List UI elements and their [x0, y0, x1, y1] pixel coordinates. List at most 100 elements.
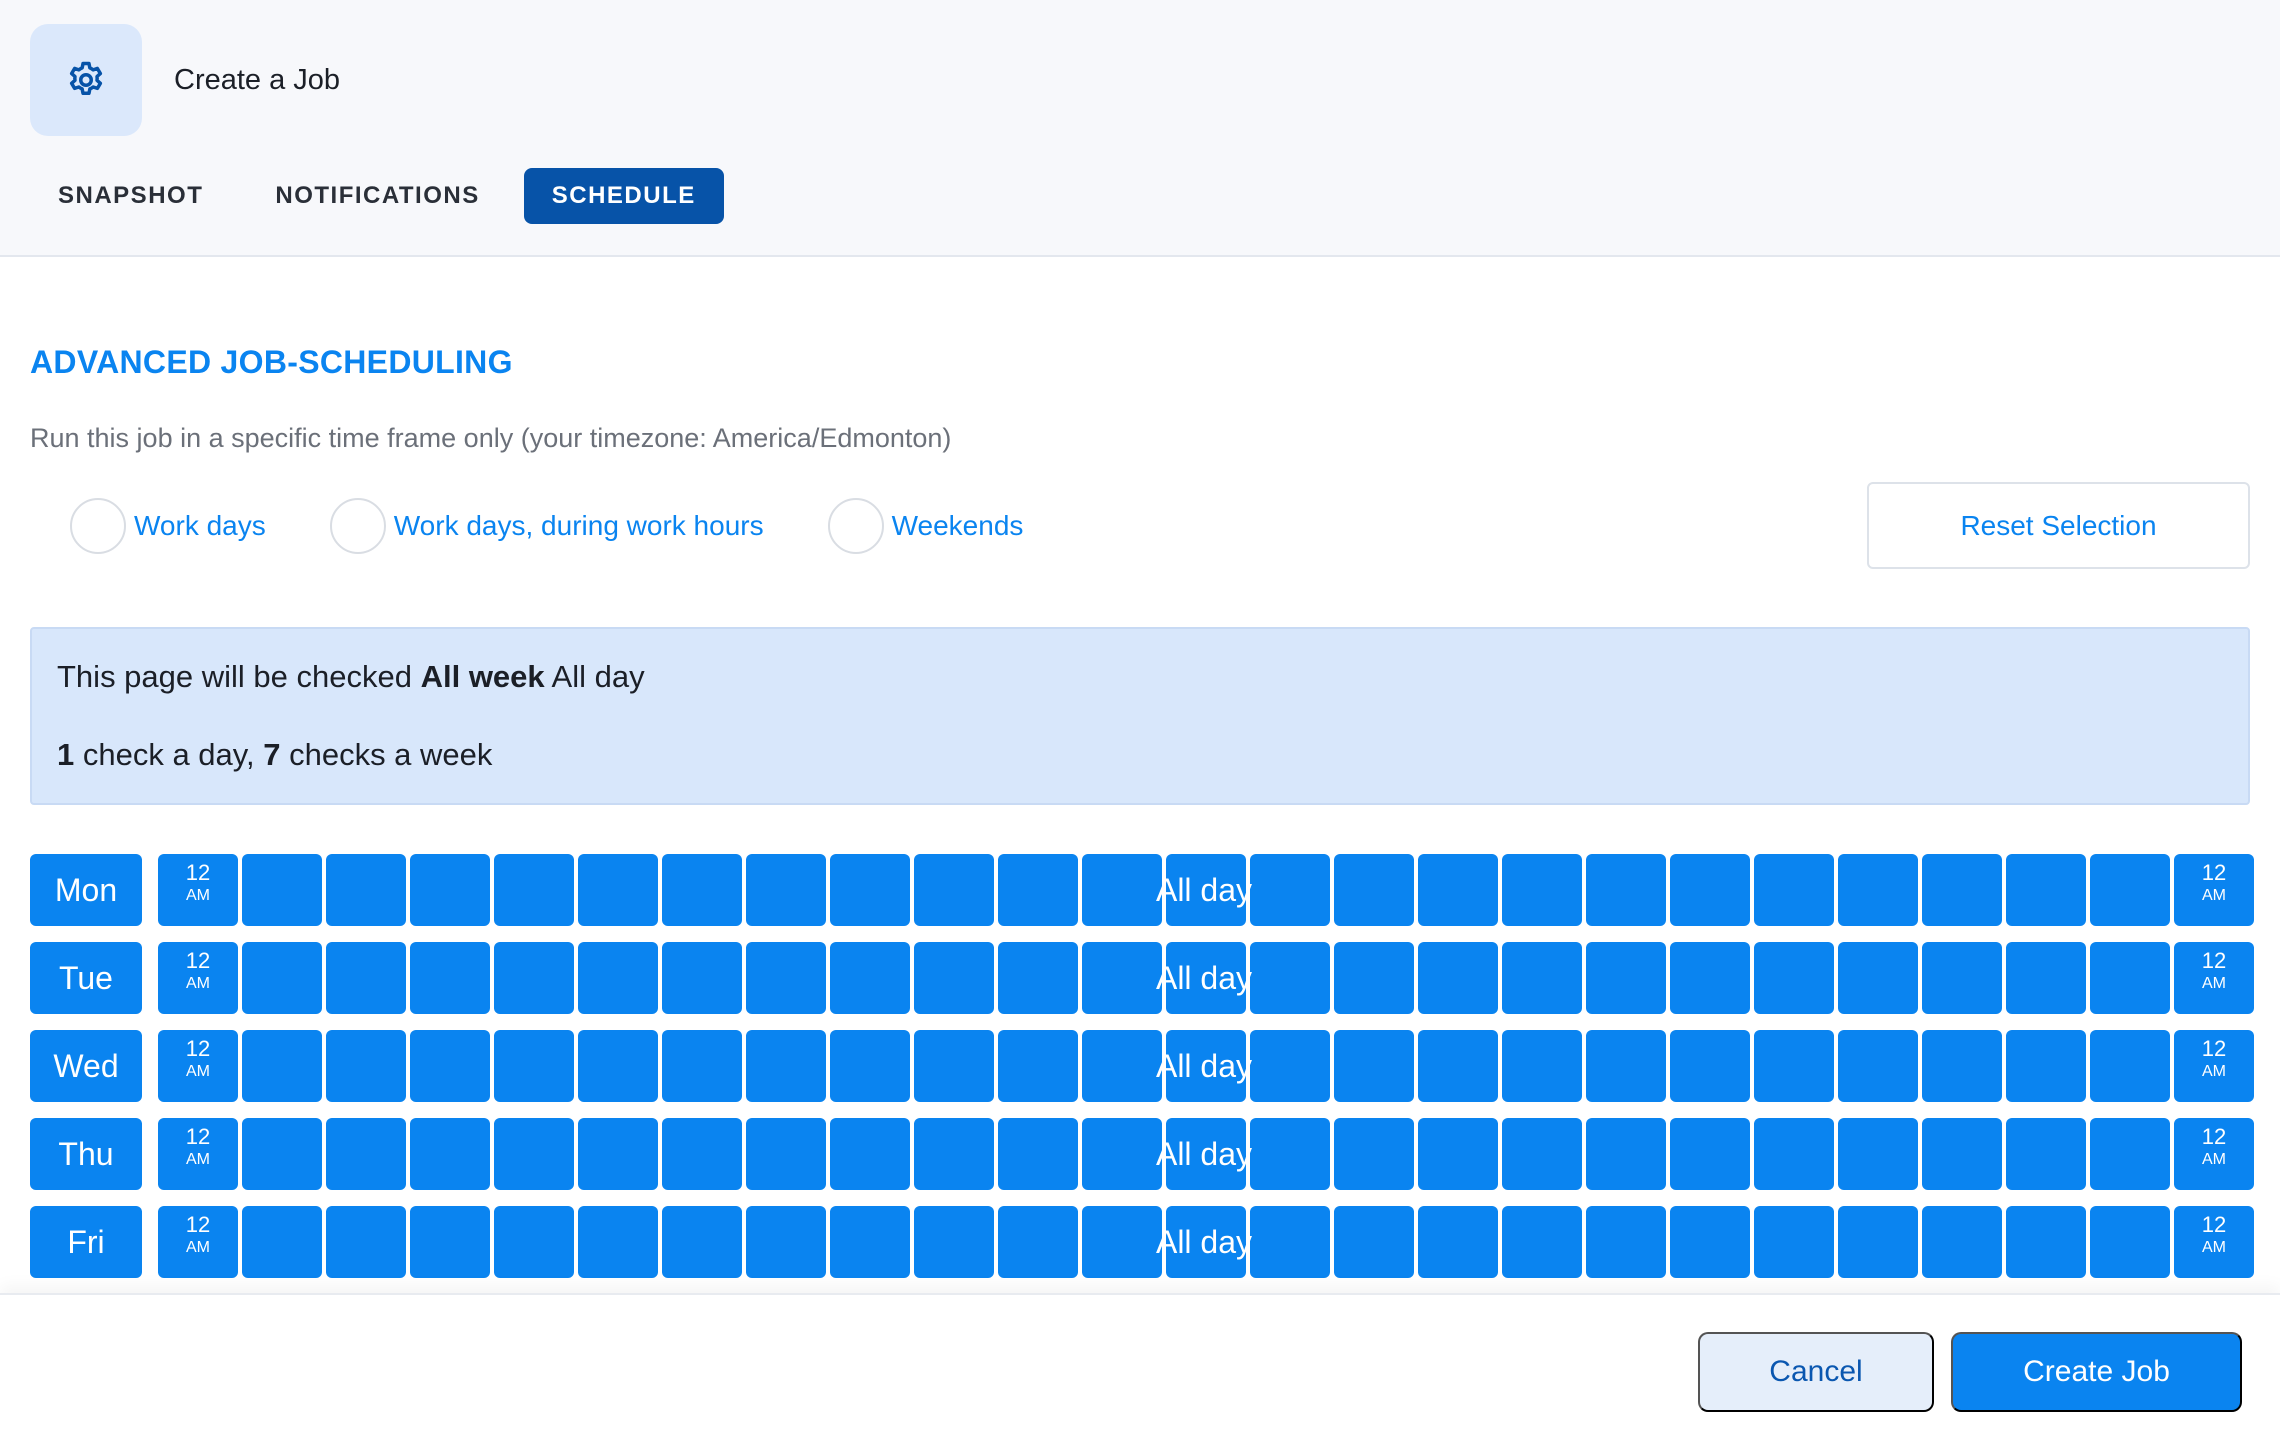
- hour-cell[interactable]: [1334, 854, 1414, 926]
- hour-cell[interactable]: [914, 854, 994, 926]
- hour-cell[interactable]: [1418, 1206, 1498, 1278]
- hour-cell[interactable]: [1502, 1206, 1582, 1278]
- hour-cell[interactable]: [1166, 854, 1246, 926]
- hour-cell[interactable]: [2006, 854, 2086, 926]
- hour-cell[interactable]: [2006, 942, 2086, 1014]
- hour-cell[interactable]: [1082, 1206, 1162, 1278]
- hour-cell[interactable]: [2090, 1206, 2170, 1278]
- hour-cell[interactable]: 12 AM: [158, 854, 238, 926]
- hour-cell[interactable]: [1250, 942, 1330, 1014]
- hour-cell[interactable]: [242, 1206, 322, 1278]
- hour-cell[interactable]: [746, 1030, 826, 1102]
- tab-snapshot[interactable]: SNAPSHOT: [30, 168, 231, 224]
- hour-cell[interactable]: [1502, 1118, 1582, 1190]
- hour-cell[interactable]: [998, 1118, 1078, 1190]
- hour-cell[interactable]: [1082, 1030, 1162, 1102]
- hour-cell[interactable]: [662, 1206, 742, 1278]
- hour-cell[interactable]: [242, 942, 322, 1014]
- hour-cell[interactable]: [1754, 1118, 1834, 1190]
- hour-cell[interactable]: [662, 1030, 742, 1102]
- hour-cell[interactable]: [1670, 1206, 1750, 1278]
- hour-cell[interactable]: [494, 1118, 574, 1190]
- preset-work-days[interactable]: Work days: [70, 498, 266, 554]
- hour-cell[interactable]: 12 AM: [158, 942, 238, 1014]
- hour-cell[interactable]: [1670, 1118, 1750, 1190]
- hour-cell[interactable]: [998, 942, 1078, 1014]
- hour-cell[interactable]: [1166, 1030, 1246, 1102]
- hour-cell[interactable]: [1754, 1030, 1834, 1102]
- hour-cell[interactable]: [1586, 1118, 1666, 1190]
- hour-cell[interactable]: [578, 1118, 658, 1190]
- hour-cell[interactable]: [662, 1118, 742, 1190]
- hour-cell[interactable]: [326, 1206, 406, 1278]
- hour-cell[interactable]: [914, 1030, 994, 1102]
- hour-cell[interactable]: [1838, 854, 1918, 926]
- hour-cell[interactable]: [1922, 942, 2002, 1014]
- hour-cell[interactable]: [2090, 1118, 2170, 1190]
- hour-cell[interactable]: [326, 1030, 406, 1102]
- hour-cell[interactable]: [242, 854, 322, 926]
- hour-cell[interactable]: [1754, 854, 1834, 926]
- hour-cell[interactable]: [1502, 1030, 1582, 1102]
- hour-cell[interactable]: [494, 854, 574, 926]
- hour-cell[interactable]: [2090, 1030, 2170, 1102]
- hour-cell[interactable]: [914, 1118, 994, 1190]
- preset-weekends[interactable]: Weekends: [827, 498, 1023, 554]
- hour-cell[interactable]: [830, 1030, 910, 1102]
- hour-cell[interactable]: [2090, 942, 2170, 1014]
- day-label[interactable]: Wed: [30, 1030, 142, 1102]
- hour-cell[interactable]: [1922, 1030, 2002, 1102]
- hour-cell[interactable]: [410, 1118, 490, 1190]
- hour-cell[interactable]: [410, 854, 490, 926]
- tab-notifications[interactable]: NOTIFICATIONS: [247, 168, 507, 224]
- hour-cell[interactable]: [2006, 1030, 2086, 1102]
- hour-cell[interactable]: [998, 854, 1078, 926]
- hour-cell[interactable]: [998, 1206, 1078, 1278]
- hour-cell[interactable]: [1838, 942, 1918, 1014]
- hour-cell[interactable]: [914, 942, 994, 1014]
- hour-cell[interactable]: [242, 1030, 322, 1102]
- hour-cell[interactable]: [1586, 942, 1666, 1014]
- tab-schedule[interactable]: SCHEDULE: [523, 168, 724, 224]
- hour-cell[interactable]: [1334, 1118, 1414, 1190]
- hour-cell[interactable]: [1418, 942, 1498, 1014]
- hour-cell[interactable]: 12 AM: [158, 1030, 238, 1102]
- preset-work-hours[interactable]: Work days, during work hours: [329, 498, 764, 554]
- hour-cell[interactable]: [1418, 1118, 1498, 1190]
- hour-cell[interactable]: 12 AM: [2174, 1118, 2254, 1190]
- hour-cell[interactable]: [1334, 1206, 1414, 1278]
- hour-cell[interactable]: [1166, 1206, 1246, 1278]
- hour-cell[interactable]: [578, 1030, 658, 1102]
- hour-cell[interactable]: [1838, 1206, 1918, 1278]
- day-label[interactable]: Tue: [30, 942, 142, 1014]
- hour-cell[interactable]: [1334, 942, 1414, 1014]
- create-job-button[interactable]: Create Job: [1951, 1332, 2242, 1412]
- hour-cell[interactable]: [410, 942, 490, 1014]
- hour-cell[interactable]: [410, 1206, 490, 1278]
- hour-cell[interactable]: [494, 1030, 574, 1102]
- hour-cell[interactable]: [326, 854, 406, 926]
- hour-cell[interactable]: [494, 942, 574, 1014]
- hour-cell[interactable]: [1922, 854, 2002, 926]
- hour-cell[interactable]: 12 AM: [158, 1118, 238, 1190]
- hour-cell[interactable]: [494, 1206, 574, 1278]
- hour-cell[interactable]: [1082, 1118, 1162, 1190]
- hour-cell[interactable]: [998, 1030, 1078, 1102]
- hour-cell[interactable]: [746, 1118, 826, 1190]
- hour-cell[interactable]: [326, 1118, 406, 1190]
- hour-cell[interactable]: [746, 1206, 826, 1278]
- hour-cell[interactable]: [1082, 942, 1162, 1014]
- hour-cell[interactable]: [1586, 1030, 1666, 1102]
- hour-cell[interactable]: [1838, 1118, 1918, 1190]
- hour-cell[interactable]: [830, 854, 910, 926]
- reset-selection-button[interactable]: Reset Selection: [1867, 482, 2250, 569]
- hour-cell[interactable]: [1418, 854, 1498, 926]
- hour-cell[interactable]: [1670, 942, 1750, 1014]
- hour-cell[interactable]: 12 AM: [2174, 942, 2254, 1014]
- hour-cell[interactable]: [1754, 942, 1834, 1014]
- hour-cell[interactable]: [1502, 854, 1582, 926]
- hour-cell[interactable]: [830, 1206, 910, 1278]
- hour-cell[interactable]: [1670, 854, 1750, 926]
- hour-cell[interactable]: [914, 1206, 994, 1278]
- hour-cell[interactable]: [1082, 854, 1162, 926]
